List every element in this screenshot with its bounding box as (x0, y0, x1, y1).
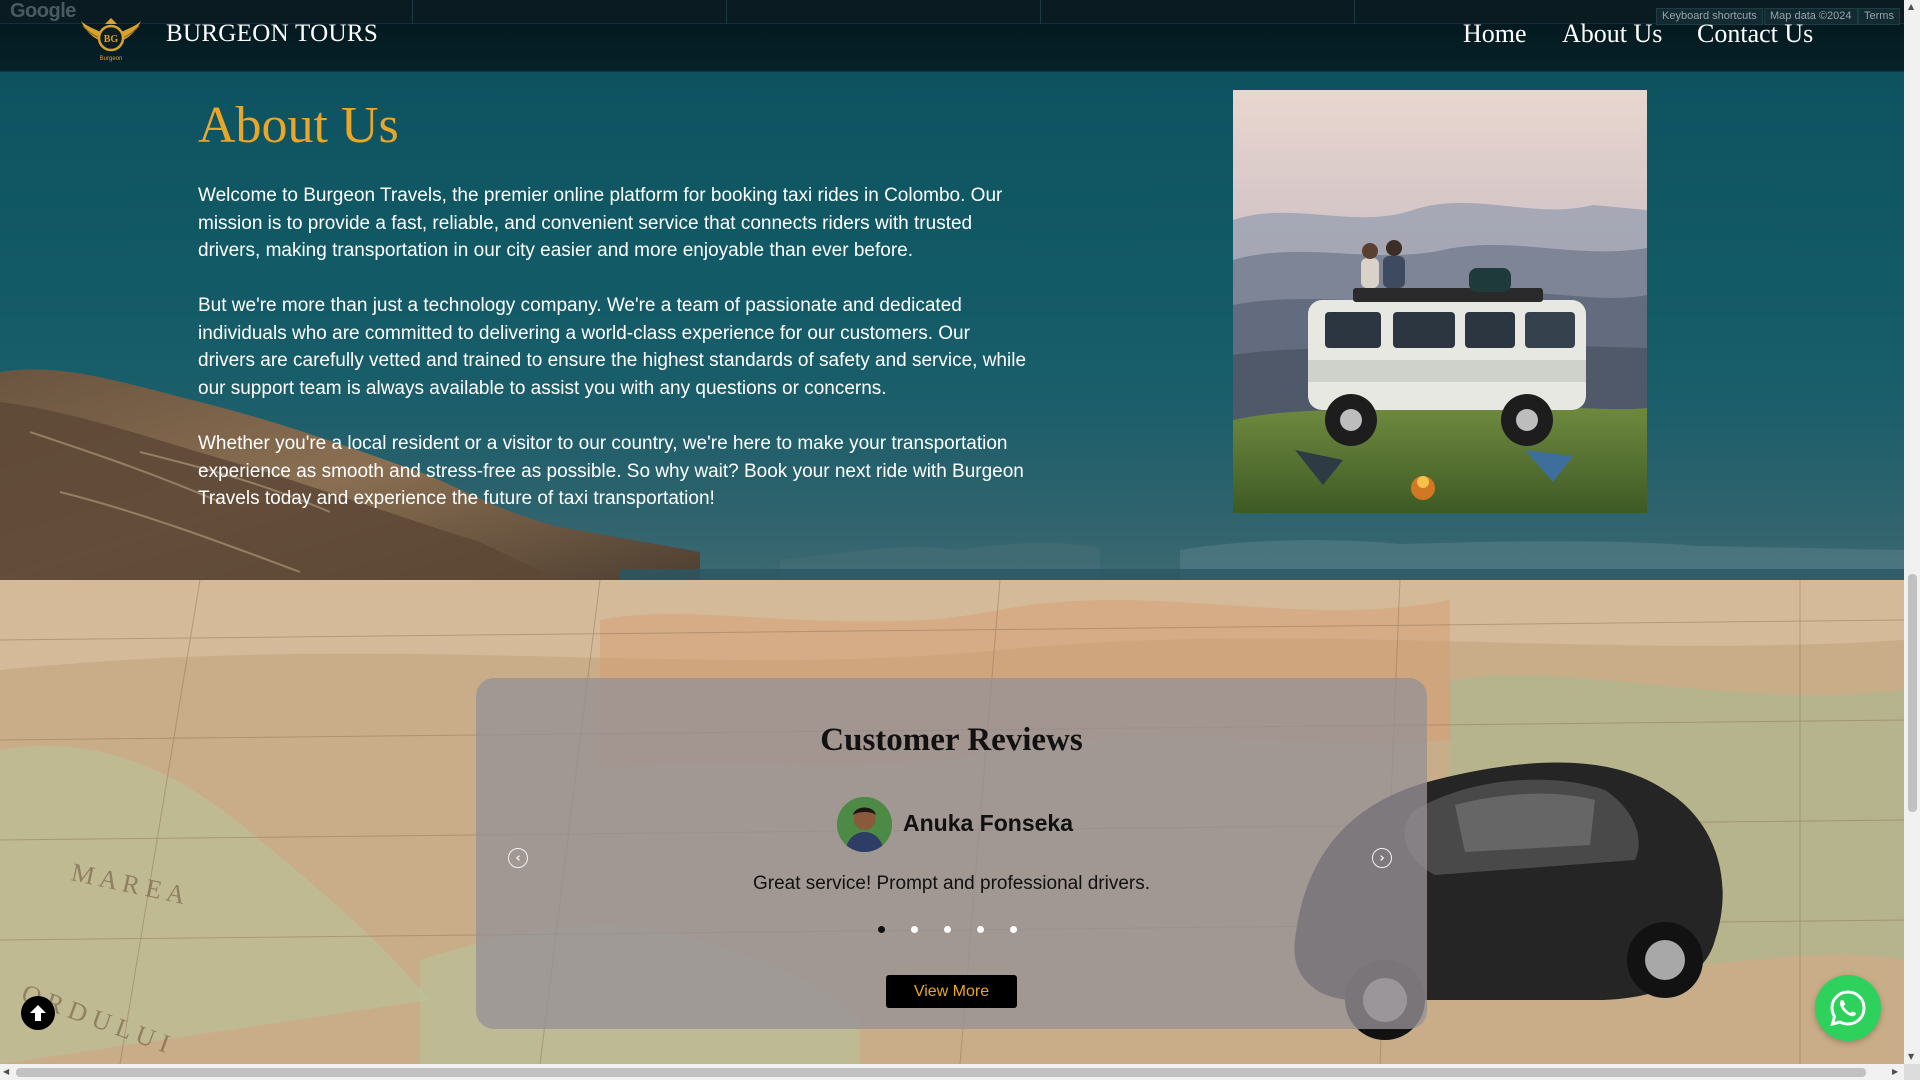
nav-home[interactable]: Home (1463, 19, 1527, 49)
chevron-right-icon[interactable]: › (1372, 848, 1392, 868)
scroll-down-arrow[interactable]: ▼ (1908, 1052, 1914, 1061)
scrollbar-corner (1904, 1064, 1920, 1080)
horizontal-scroll-thumb[interactable] (16, 1068, 1866, 1077)
view-more-button[interactable]: View More (886, 975, 1017, 1008)
about-paragraph-3: Whether you're a local resident or a vis… (198, 433, 1024, 509)
carousel-dot-5[interactable] (1010, 926, 1017, 933)
review-text: Great service! Prompt and professional d… (752, 873, 1151, 894)
campervan-photo (1233, 90, 1647, 513)
whatsapp-button[interactable] (1815, 975, 1881, 1041)
reviewer-avatar (837, 797, 892, 852)
scroll-up-arrow[interactable]: ▲ (1908, 2, 1914, 11)
chevron-left-icon[interactable]: ‹ (508, 848, 528, 868)
reviews-title: Customer Reviews (820, 722, 1083, 758)
carousel-dot-3[interactable] (944, 926, 951, 933)
carousel-dot-2[interactable] (911, 926, 918, 933)
carousel-dot-4[interactable] (977, 926, 984, 933)
navbar: Google Keyboard shortcuts Map data ©2024… (0, 0, 1904, 72)
scroll-right-arrow[interactable]: ▶ (1892, 1067, 1898, 1076)
horizontal-scrollbar[interactable]: ◀ ▶ (0, 1064, 1904, 1080)
arrow-up-icon (30, 1005, 46, 1021)
reviewer-name: Anuka Fonseka (903, 810, 1073, 836)
svg-text:BG: BG (104, 34, 119, 45)
scroll-to-top-button[interactable] (21, 996, 55, 1030)
about-section: About Us Welcome to Burgeon Travels, the… (0, 72, 1904, 580)
nav-about-us[interactable]: About Us (1562, 19, 1662, 49)
svg-text:Burgeon: Burgeon (100, 56, 123, 62)
terms-link[interactable]: Terms (1858, 8, 1900, 25)
nav-contact-us[interactable]: Contact Us (1697, 19, 1813, 49)
brand-logo[interactable]: BG Burgeon (80, 12, 142, 64)
reviews-card: Customer Reviews Anuka Fonseka Great ser… (476, 678, 1427, 1029)
vertical-scrollbar[interactable]: ▲ ▼ (1904, 0, 1920, 1064)
carousel-dot-1[interactable] (878, 926, 885, 933)
google-logo: Google (10, 0, 76, 22)
about-paragraph-2: But we're more than just a technology co… (198, 295, 1027, 399)
whatsapp-icon (1830, 990, 1866, 1027)
about-title: About Us (198, 97, 399, 154)
vertical-scroll-thumb[interactable] (1908, 574, 1917, 812)
about-paragraph-1: Welcome to Burgeon Travels, the premier … (198, 185, 1003, 261)
brand-name[interactable]: BURGEON TOURS (166, 20, 378, 48)
scroll-left-arrow[interactable]: ◀ (3, 1067, 9, 1076)
